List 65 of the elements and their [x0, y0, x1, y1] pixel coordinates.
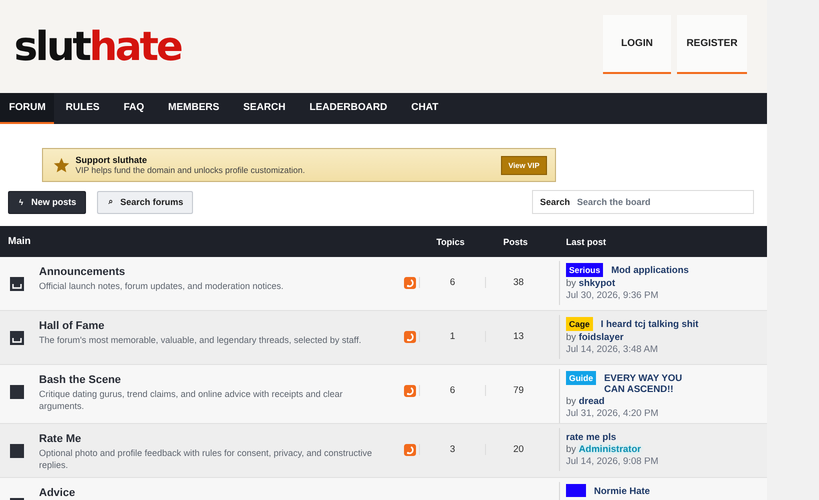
- post-count: 79: [513, 385, 524, 396]
- nav-tab[interactable]: CHAT: [399, 93, 450, 124]
- rss-icon[interactable]: [404, 331, 416, 343]
- post-count: 20: [513, 444, 524, 455]
- inbox-icon: [10, 331, 24, 345]
- column-header: Main: [7, 236, 32, 247]
- thread-link[interactable]: Mod applications: [611, 263, 712, 276]
- square-icon: [10, 444, 24, 458]
- action-button[interactable]: ϟ New posts: [8, 190, 86, 214]
- username-link[interactable]: dread: [578, 396, 605, 407]
- post-count: 38: [513, 277, 524, 288]
- by-label: by: [566, 278, 576, 289]
- username-link[interactable]: shkypot: [578, 278, 616, 289]
- rss-icon[interactable]: [404, 277, 416, 289]
- nav-tab[interactable]: FAQ: [112, 93, 156, 124]
- column-header: Posts: [502, 236, 529, 246]
- forum-description: Critique dating gurus, trend claims, and online advice with receipts and clear arguments.: [39, 388, 344, 412]
- username-link[interactable]: foidslayer: [578, 332, 624, 343]
- post-time: Jul 31, 2026, 4:20 PM: [566, 408, 660, 419]
- forum-description: Optional photo and profile feedback with rules for consent, privacy, and constructive replies.: [39, 447, 374, 471]
- square-icon: [10, 385, 24, 399]
- forum-description: The forum's most memorable, valuable, and legendary threads, selected by staff.: [39, 334, 362, 346]
- thread-link[interactable]: EVERY WAY YOU CAN ASCEND!!: [604, 371, 704, 395]
- search-label: Search: [540, 197, 570, 207]
- account-button[interactable]: LOGIN: [603, 15, 671, 74]
- post-time: Jul 14, 2026, 9:08 PM: [566, 456, 660, 467]
- topic-count: 1: [450, 331, 456, 342]
- search-field[interactable]: Search Search the board: [532, 190, 754, 214]
- banner-title: Support sluthate: [76, 155, 148, 165]
- post-count: 13: [513, 331, 524, 342]
- thread-link[interactable]: rate me pls: [566, 430, 666, 443]
- post-time: Jul 14, 2026, 3:48 AM: [566, 344, 659, 355]
- search-input[interactable]: Search the board: [577, 197, 728, 207]
- banner-text: VIP helps fund the domain and unlocks profile customization.: [76, 165, 306, 175]
- topic-count: 6: [450, 385, 456, 396]
- account-button[interactable]: REGISTER: [677, 15, 747, 74]
- rss-icon[interactable]: [404, 444, 416, 456]
- forum-title[interactable]: Bash the Scene: [39, 374, 388, 387]
- nav-tab[interactable]: RULES: [54, 93, 112, 124]
- forum-title[interactable]: Rate Me: [39, 433, 388, 446]
- forum-title[interactable]: Announcements: [39, 266, 388, 279]
- topic-count: 3: [450, 444, 456, 455]
- topic-count: 6: [450, 277, 456, 288]
- column-header: Last post: [565, 236, 606, 246]
- action-button[interactable]: ⌕ Search forums: [97, 190, 194, 214]
- column-header: Topics: [435, 236, 466, 246]
- nav-tab[interactable]: FORUM: [0, 93, 54, 124]
- nav-tab[interactable]: LEADERBOARD: [298, 93, 400, 124]
- thread-tag[interactable]: Cage: [566, 317, 593, 331]
- rss-icon[interactable]: [404, 385, 416, 397]
- site-logo[interactable]: sluthate: [14, 24, 181, 70]
- nav-tab[interactable]: MEMBERS: [156, 93, 232, 124]
- post-time: Jul 30, 2026, 9:36 PM: [566, 290, 660, 301]
- forum-title[interactable]: Hall of Fame: [39, 320, 388, 333]
- forum-description: Official launch notes, forum updates, and moderation notices.: [39, 280, 284, 292]
- by-label: by: [566, 332, 576, 343]
- thread-link[interactable]: Normie Hate: [594, 484, 694, 497]
- by-label: by: [566, 444, 576, 455]
- nav-tab[interactable]: SEARCH: [231, 93, 298, 124]
- forum-title[interactable]: Advice: [39, 487, 388, 500]
- inbox-icon: [10, 277, 24, 291]
- thread-link[interactable]: I heard tcj talking shit: [600, 317, 701, 330]
- thread-tag[interactable]: Serious: [566, 263, 604, 277]
- star-icon: [52, 156, 70, 174]
- by-label: by: [566, 396, 576, 407]
